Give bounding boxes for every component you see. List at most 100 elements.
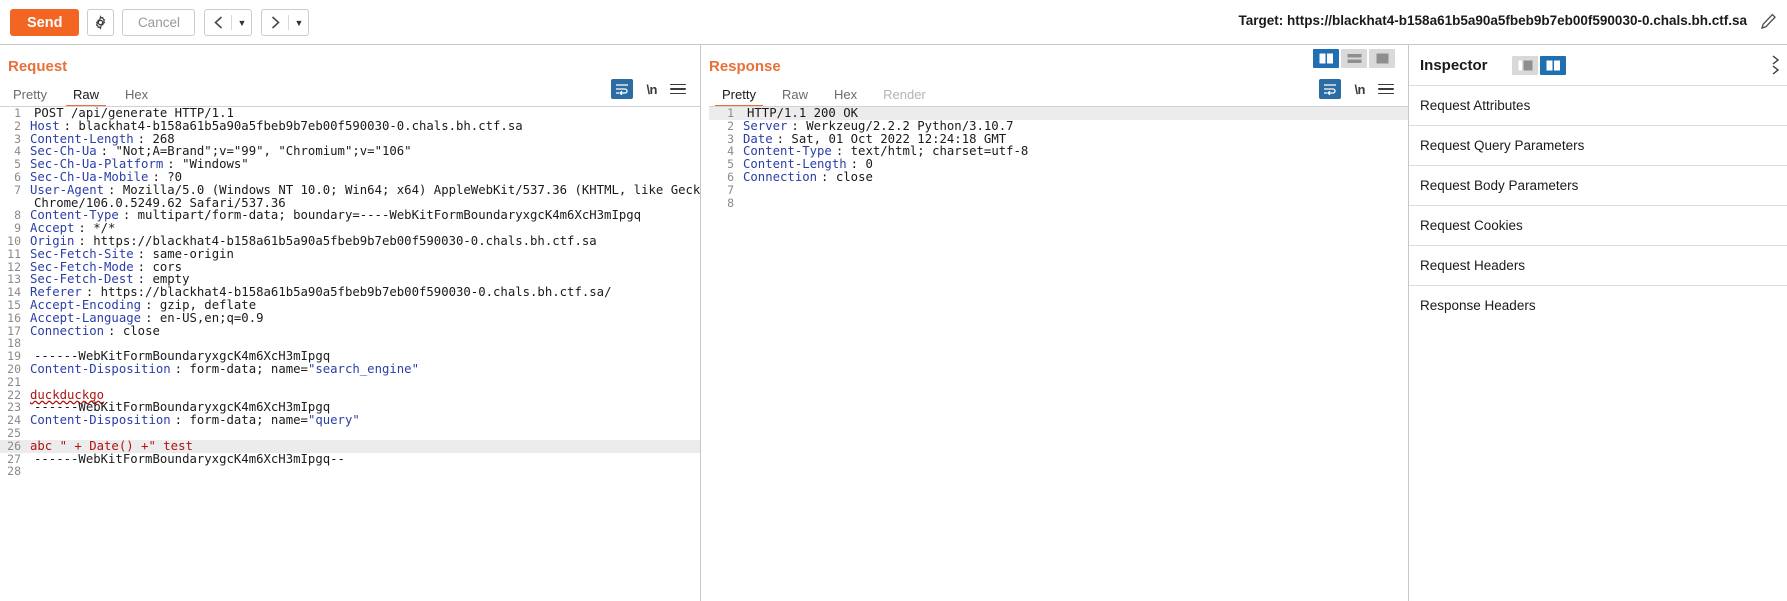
inspector-item-request-body-parameters[interactable]: Request Body Parameters <box>1409 165 1787 205</box>
line-number: 7 <box>14 182 21 197</box>
tab-request-raw[interactable]: Raw <box>60 88 112 107</box>
menu-line <box>1378 88 1394 90</box>
code-token: : en-US,en;q=0.9 <box>145 310 264 325</box>
inspector-item-request-query-parameters[interactable]: Request Query Parameters <box>1409 125 1787 165</box>
word-wrap-toggle-button[interactable] <box>611 79 634 99</box>
line-number: 7 <box>727 182 734 197</box>
prev-dropdown-button[interactable]: ▼ <box>232 10 251 35</box>
code-text: abc " + Date() +" test <box>26 438 193 453</box>
newline-toggle-button[interactable]: \n <box>646 82 657 97</box>
code-line: 21 <box>0 374 700 389</box>
tab-request-hex[interactable]: Hex <box>112 88 161 107</box>
code-token: abc " + Date() +" test <box>30 438 193 453</box>
edit-target-button[interactable] <box>1760 12 1777 35</box>
code-token: ------WebKitFormBoundaryxgcK4m6XcH3mIpgq… <box>34 451 345 466</box>
pencil-icon <box>1761 13 1776 29</box>
back-nav-group: ▼ <box>204 9 253 36</box>
line-number: 21 <box>7 374 21 389</box>
request-panel: Request Pretty Raw Hex \n 1 POST /api/ge… <box>0 45 700 601</box>
menu-line <box>670 92 686 95</box>
line-number: 25 <box>7 425 21 440</box>
line-number: 6 <box>727 169 734 184</box>
chevron-left-icon <box>214 16 222 29</box>
inspector-expand-layout-button[interactable] <box>1540 56 1566 75</box>
line-number: 5 <box>727 157 734 172</box>
code-token: Connection <box>743 169 818 184</box>
tab-response-raw[interactable]: Raw <box>769 88 821 107</box>
inspector-item-label: Response Headers <box>1420 298 1536 313</box>
code-text <box>739 184 747 197</box>
forward-nav-group: ▼ <box>261 9 310 36</box>
code-text <box>739 197 747 210</box>
request-tab-bar: Pretty Raw Hex <box>0 81 161 107</box>
code-token: Content-Disposition <box>30 361 171 376</box>
code-token: Connection <box>30 323 105 338</box>
single-pane-layout-button[interactable] <box>1369 49 1395 68</box>
response-code-editor[interactable]: 1 HTTP/1.1 200 OK 2 Server: Werkzeug/2.2.2 … <box>709 107 1408 601</box>
word-wrap-icon <box>1324 84 1337 95</box>
line-number: 15 <box>7 297 21 312</box>
menu-line <box>1378 83 1394 86</box>
tab-response-pretty[interactable]: Pretty <box>709 88 769 107</box>
inspector-item-response-headers[interactable]: Response Headers <box>1409 285 1787 325</box>
word-wrap-icon <box>616 84 629 95</box>
response-word-wrap-toggle-button[interactable] <box>1319 79 1342 99</box>
inspector-item-request-headers[interactable]: Request Headers <box>1409 245 1787 285</box>
line-number: 26 <box>7 438 21 453</box>
inspector-item-label: Request Attributes <box>1420 98 1531 113</box>
code-text: Content-Disposition: form-data; name="qu… <box>26 414 360 427</box>
line-number: 2 <box>727 118 734 133</box>
code-text: Content-Disposition: form-data; name="se… <box>26 363 419 376</box>
settings-button[interactable] <box>87 9 115 36</box>
line-number: 20 <box>7 361 21 376</box>
inspector-item-request-attributes[interactable]: Request Attributes <box>1409 85 1787 125</box>
split-horizontal-layout-button[interactable] <box>1341 49 1367 68</box>
inspector-expand-icon <box>1546 60 1560 71</box>
line-number: 4 <box>727 144 734 159</box>
cancel-button[interactable]: Cancel <box>122 9 196 36</box>
code-text: Server: Werkzeug/2.2.2 Python/3.10.7 <box>739 118 1014 133</box>
split-horizontal-icon <box>1347 54 1361 63</box>
code-token: : gzip, deflate <box>145 297 257 312</box>
line-number: 28 <box>7 464 21 479</box>
line-number: 2 <box>14 118 21 133</box>
inspector-item-label: Request Query Parameters <box>1420 138 1585 153</box>
line-number: 11 <box>7 246 21 261</box>
code-token: : Werkzeug/2.2.2 Python/3.10.7 <box>791 118 1014 133</box>
inspector-panel: Inspector Request Attributes Request Que… <box>1409 45 1787 601</box>
next-dropdown-button[interactable]: ▼ <box>289 10 308 35</box>
inspector-title: Inspector <box>1420 57 1488 74</box>
prev-button[interactable] <box>205 10 231 35</box>
code-line: 7 <box>709 182 1408 197</box>
inspector-collapse-layout-button[interactable] <box>1512 56 1538 75</box>
line-number: 3 <box>14 131 21 146</box>
request-code-editor[interactable]: 1 POST /api/generate HTTP/1.1 2 Host: black… <box>0 107 700 601</box>
send-button[interactable]: Send <box>10 9 80 36</box>
top-toolbar: Send Cancel ▼ ▼ Target: https://blackhat… <box>0 0 1787 45</box>
code-token: User-Agent <box>30 182 105 197</box>
tab-request-pretty[interactable]: Pretty <box>0 88 60 107</box>
inspector-collapse-button[interactable] <box>1772 55 1781 75</box>
tab-response-hex[interactable]: Hex <box>821 88 870 107</box>
code-line: 17 Connection: close <box>0 323 700 338</box>
code-token: "query" <box>307 413 360 428</box>
code-text: User-Agent: Mozilla/5.0 (Windows NT 10.0… <box>26 182 700 197</box>
code-token: : close <box>108 323 160 338</box>
line-number: 8 <box>14 208 21 223</box>
code-text: ------WebKitFormBoundaryxgcK4m6XcH3mIpgq… <box>26 451 345 466</box>
request-menu-button[interactable] <box>670 83 686 95</box>
response-panel-title: Response <box>709 58 781 75</box>
next-button[interactable] <box>262 10 288 35</box>
split-vertical-layout-button[interactable] <box>1313 49 1339 68</box>
line-number: 24 <box>7 413 21 428</box>
response-menu-button[interactable] <box>1378 83 1394 95</box>
code-line: 26 abc " + Date() +" test <box>0 438 700 453</box>
editor-panes: Request Pretty Raw Hex \n 1 POST /api/ge… <box>0 45 1787 601</box>
inspector-item-request-cookies[interactable]: Request Cookies <box>1409 205 1787 245</box>
code-line: 20 Content-Disposition: form-data; name="… <box>0 363 700 376</box>
code-line: 2 Server: Werkzeug/2.2.2 Python/3.10.7 <box>709 118 1408 133</box>
menu-line <box>670 83 686 86</box>
response-newline-toggle-button[interactable]: \n <box>1354 82 1365 97</box>
code-token: : ?0 <box>152 169 183 184</box>
